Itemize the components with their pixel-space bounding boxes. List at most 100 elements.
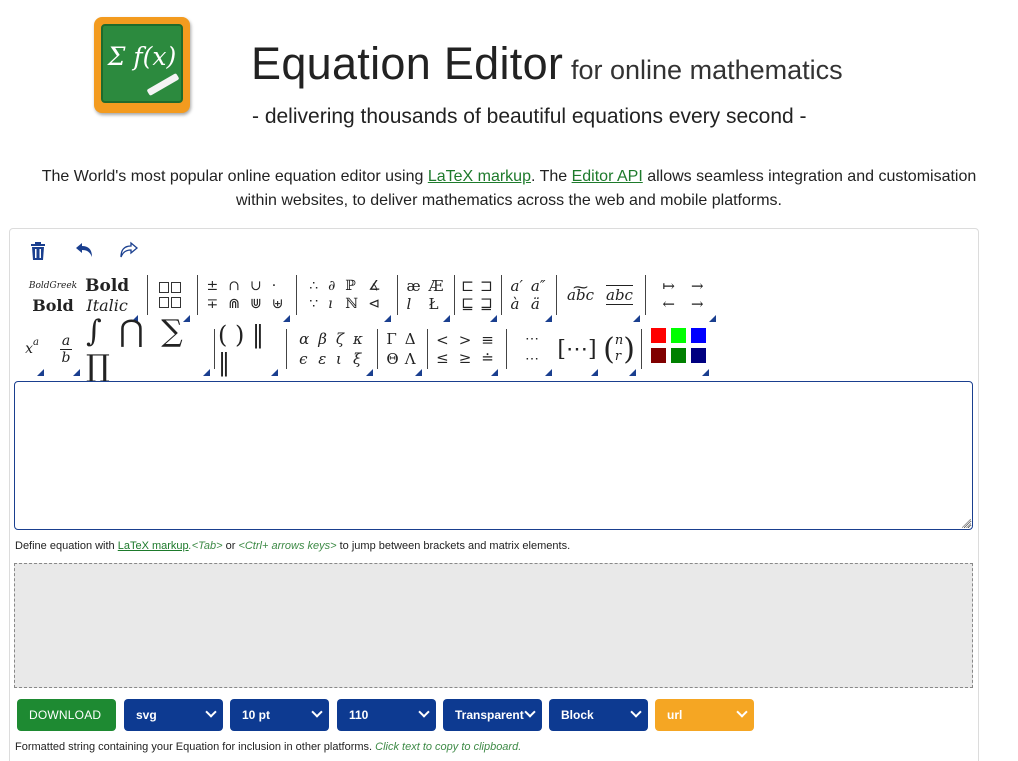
fraction-button[interactable]: a b [52,326,80,376]
format-select[interactable]: svg [124,699,223,731]
logic-symbols-group[interactable]: ∴ ∂ ℙ ∡ ∵ ı ℕ ⊲ [299,272,391,322]
resize-handle-icon[interactable] [962,519,971,528]
L-stroke-symbol[interactable]: Ł [429,295,444,313]
sqsupseteq-symbol[interactable]: ⊒ [480,295,493,313]
naturals-symbol[interactable]: ℕ [345,295,358,313]
alpha-symbol[interactable]: α [299,329,309,349]
color-darkgreen-swatch[interactable] [671,348,686,363]
leq-symbol[interactable]: ≤ [436,349,449,367]
brackets-group[interactable]: ( ) ‖ ‖ [218,321,278,377]
right-arrow[interactable]: → [691,277,704,295]
font-style-group[interactable]: BoldGreek Bold Bold Italic [20,272,138,322]
help-latex-link[interactable]: LaTeX markup [118,540,189,552]
zeta-symbol[interactable]: ζ [336,329,344,349]
uplus-symbol[interactable]: ⊎ [272,295,284,313]
partial-symbol[interactable]: ∂ [328,277,335,295]
cup-symbol[interactable]: ∪ [250,277,262,295]
wide-accents-group[interactable]: ⁓ abc abc [560,272,640,322]
greater-than-symbol[interactable]: > [459,331,472,349]
operators-group[interactable]: ± ∩ ∪ · ∓ ⋒ ⋓ ⊎ [200,272,290,322]
double-cap-symbol[interactable]: ⋒ [228,295,240,313]
italic-button[interactable]: Italic [86,296,127,315]
Gamma-symbol[interactable]: Γ [386,329,398,349]
arrows-group[interactable]: ↦ → ← → [650,272,716,322]
superscript-button[interactable]: xa [20,326,44,376]
editor-api-link[interactable]: Editor API [572,168,643,185]
angle-symbol[interactable]: ∡ [368,277,381,295]
subset-group[interactable]: ⊏ ⊐ ⊑ ⊒ [457,272,497,322]
minus-plus-symbol[interactable]: ∓ [207,295,219,313]
display-mode-select[interactable]: Block [549,699,648,731]
subscript-superscript-group[interactable] [150,272,190,322]
output-help-text: Formatted string containing your Equatio… [15,741,521,753]
redo-icon[interactable] [118,240,140,262]
foreign-letters-group[interactable]: æ Æ l Ł [400,272,450,322]
Lambda-symbol[interactable]: Λ [405,349,416,369]
big-operators-group[interactable]: ∫ ⋂ ∑ ∏ [86,314,210,384]
ell-symbol[interactable]: l [406,295,420,313]
greek-uppercase-group[interactable]: Γ Δ Θ Λ [380,326,422,376]
doteq-symbol[interactable]: ≐ [481,349,494,367]
sqsubset-symbol[interactable]: ⊏ [461,277,474,295]
beta-symbol[interactable]: β [318,329,327,349]
because-symbol[interactable]: ∵ [309,295,318,313]
double-cup-symbol[interactable]: ⋓ [250,295,262,313]
download-button[interactable]: DOWNLOAD [17,699,116,731]
font-size-select[interactable]: 10 pt [230,699,329,731]
accents-group[interactable]: a′ a″ à ä [504,272,552,322]
cdot-symbol[interactable]: · [272,277,284,295]
equiv-symbol[interactable]: ≡ [481,331,494,349]
greek-lowercase-group[interactable]: α β ζ κ ϵ ε ι ξ [289,326,373,376]
copy-hint[interactable]: Click text to copy to clipboard. [375,741,521,753]
plus-minus-symbol[interactable]: ± [207,277,219,295]
dpi-select[interactable]: 110 [337,699,436,731]
less-than-symbol[interactable]: < [436,331,449,349]
latex-editor-input[interactable] [14,381,973,530]
kappa-symbol[interactable]: κ [353,329,363,349]
dots-group[interactable]: ⋯ ⋯ [512,326,552,376]
undo-icon[interactable] [73,240,95,262]
boldgreek-button[interactable]: BoldGreek [29,281,77,291]
prime-accent[interactable]: a′ [511,277,523,295]
trash-icon[interactable] [27,240,49,262]
bold-button[interactable]: Bold [85,276,129,296]
matrix-button[interactable]: [⋯] [556,326,598,376]
background-select[interactable]: Transparent [443,699,542,731]
Delta-symbol[interactable]: Δ [405,329,416,349]
color-navy-swatch[interactable] [691,348,706,363]
relations-group[interactable]: < > ≡ ≤ ≥ ≐ [432,326,498,376]
right-arrow-long[interactable]: → [691,295,704,313]
underline-button[interactable]: abc [606,284,633,305]
therefore-symbol[interactable]: ∴ [309,277,318,295]
cap-symbol[interactable]: ∩ [228,277,240,295]
sqsupset-symbol[interactable]: ⊐ [480,277,493,295]
latex-markup-link[interactable]: LaTeX markup [428,168,531,185]
color-red-swatch[interactable] [651,328,666,343]
color-maroon-swatch[interactable] [651,348,666,363]
grave-accent[interactable]: à [511,295,523,313]
left-arrow[interactable]: ← [662,295,675,313]
Theta-symbol[interactable]: Θ [386,349,398,369]
color-blue-swatch[interactable] [691,328,706,343]
output-format-select[interactable]: url [655,699,754,731]
sqsubseteq-symbol[interactable]: ⊑ [461,295,474,313]
imath-symbol[interactable]: ı [328,295,335,313]
color-green-swatch[interactable] [671,328,686,343]
binomial-button[interactable]: ( n r ) [602,326,636,376]
triangle-left-symbol[interactable]: ⊲ [368,295,381,313]
ldots-symbol[interactable]: ⋯ [525,349,539,369]
primes-symbol[interactable]: ℙ [345,277,358,295]
epsilon-symbol[interactable]: ϵ [299,349,309,369]
widetilde-button[interactable]: ⁓ abc [567,278,594,305]
xi-symbol[interactable]: ξ [353,349,363,369]
umlaut-accent[interactable]: ä [531,295,546,313]
cdots-symbol[interactable]: ⋯ [525,329,539,349]
varepsilon-symbol[interactable]: ε [318,349,327,369]
AE-symbol[interactable]: Æ [429,277,444,295]
double-prime-accent[interactable]: a″ [531,277,546,295]
iota-symbol[interactable]: ι [336,349,344,369]
geq-symbol[interactable]: ≥ [459,349,472,367]
bold-serif-button[interactable]: Bold [32,296,73,315]
mapsto-arrow[interactable]: ↦ [662,277,675,295]
ae-symbol[interactable]: æ [406,277,420,295]
